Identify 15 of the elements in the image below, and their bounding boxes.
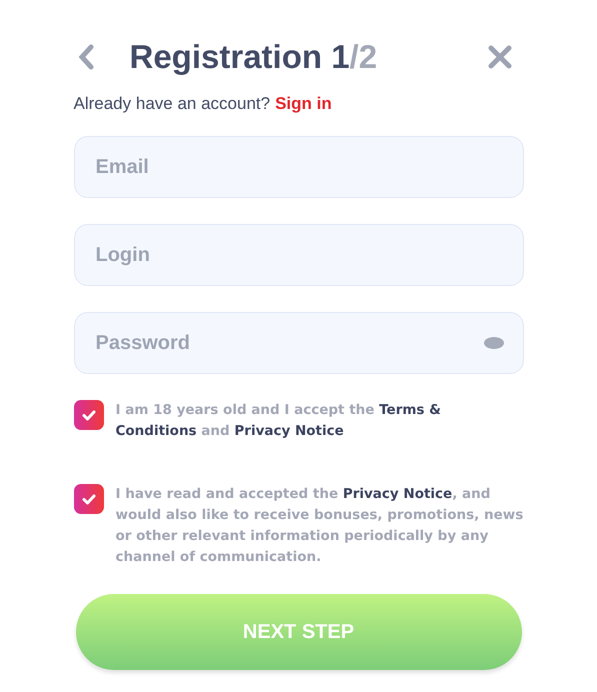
back-button[interactable] <box>78 44 94 70</box>
input-field[interactable]: Email <box>74 136 524 198</box>
consent-text: I am 18 years old and I accept the Terms & Conditions and Privacy Notice <box>116 401 442 441</box>
check-icon <box>82 410 96 420</box>
page-title: Registration 1/2 <box>128 38 378 76</box>
checkbox[interactable] <box>74 484 104 514</box>
consent-text: I have read and accepted the Privacy Notice, and would also like to receive bonuses, promotions, news or other relevant information periodically by any channel of communication. <box>116 485 524 567</box>
input-field[interactable]: Login <box>74 224 524 286</box>
check-icon <box>82 494 96 504</box>
checkbox[interactable] <box>74 400 104 430</box>
close-button[interactable] <box>488 45 512 69</box>
eye-icon[interactable] <box>484 337 504 349</box>
password-field[interactable]: Password <box>74 312 524 374</box>
account-prompt: Already have an account? <box>74 94 270 114</box>
sign-in-link[interactable]: Sign in <box>275 94 332 114</box>
